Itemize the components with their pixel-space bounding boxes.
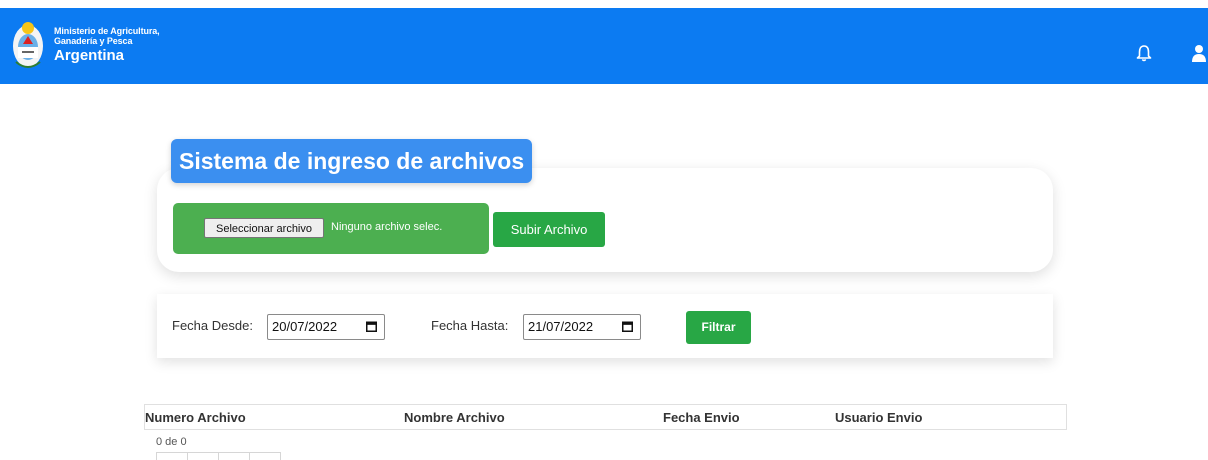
date-from-input[interactable]: 20/07/2022 — [267, 314, 385, 340]
file-status-text: Ninguno archivo selec. — [331, 221, 443, 233]
argentina-coat-of-arms-icon — [13, 22, 43, 68]
pagination-button[interactable] — [156, 452, 188, 460]
column-header-numero-archivo[interactable]: Numero Archivo — [145, 410, 246, 425]
filter-button[interactable]: Filtrar — [686, 311, 751, 344]
brand[interactable]: Ministerio de Agricultura, Ganadería y P… — [54, 26, 160, 65]
record-count: 0 de 0 — [156, 436, 187, 448]
date-to-value: 21/07/2022 — [528, 319, 594, 334]
date-from-value: 20/07/2022 — [272, 319, 338, 334]
pagination-button[interactable] — [218, 452, 250, 460]
column-header-fecha-envio[interactable]: Fecha Envio — [663, 410, 740, 425]
pagination-button[interactable] — [187, 452, 219, 460]
calendar-icon[interactable] — [622, 321, 633, 332]
upload-file-button[interactable]: Subir Archivo — [493, 212, 605, 247]
date-to-input[interactable]: 21/07/2022 — [523, 314, 641, 340]
org-name-line1: Ministerio de Agricultura, — [54, 26, 160, 36]
files-table-header: Numero Archivo Nombre Archivo Fecha Envi… — [144, 404, 1067, 430]
page-title: Sistema de ingreso de archivos — [171, 139, 533, 183]
pagination — [156, 452, 281, 460]
date-to-label: Fecha Hasta: — [431, 318, 509, 333]
calendar-icon[interactable] — [366, 321, 377, 332]
top-navbar: Ministerio de Agricultura, Ganadería y P… — [0, 8, 1208, 84]
bell-icon[interactable] — [1136, 44, 1152, 62]
choose-file-button[interactable]: Seleccionar archivo — [204, 218, 324, 238]
country-name: Argentina — [54, 47, 125, 64]
column-header-nombre-archivo[interactable]: Nombre Archivo — [404, 410, 505, 425]
org-name-line2: Ganadería y Pesca — [54, 36, 133, 46]
pagination-button[interactable] — [249, 452, 281, 460]
user-icon[interactable] — [1190, 44, 1208, 62]
column-header-usuario-envio[interactable]: Usuario Envio — [835, 410, 922, 425]
date-from-label: Fecha Desde: — [172, 318, 253, 333]
